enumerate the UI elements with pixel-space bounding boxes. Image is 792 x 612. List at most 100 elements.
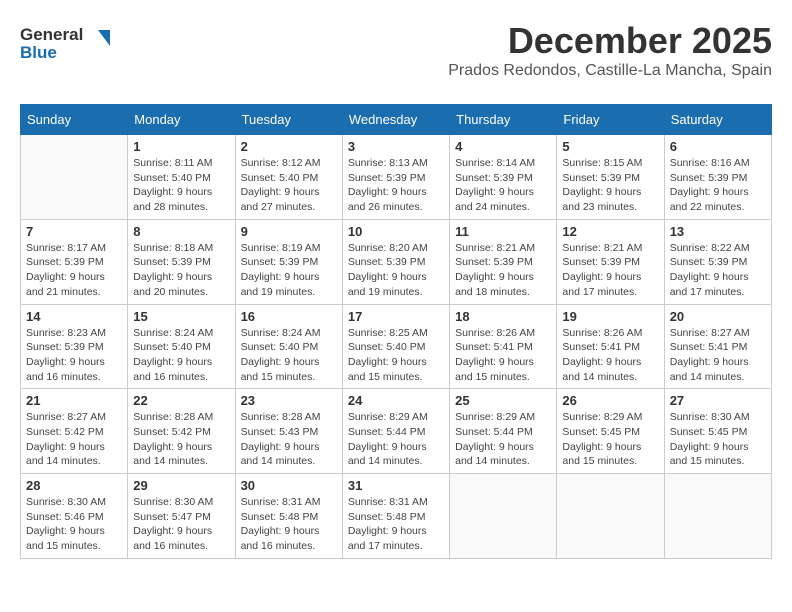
day-number: 24	[348, 393, 444, 408]
day-number: 6	[670, 139, 766, 154]
calendar-cell	[450, 474, 557, 559]
day-number: 30	[241, 478, 337, 493]
day-number: 8	[133, 224, 229, 239]
day-number: 14	[26, 309, 122, 324]
weekday-header-saturday: Saturday	[664, 105, 771, 135]
day-info: Sunrise: 8:27 AMSunset: 5:42 PMDaylight:…	[26, 410, 122, 469]
calendar-table: SundayMondayTuesdayWednesdayThursdayFrid…	[20, 104, 772, 559]
day-info: Sunrise: 8:17 AMSunset: 5:39 PMDaylight:…	[26, 241, 122, 300]
day-info: Sunrise: 8:28 AMSunset: 5:42 PMDaylight:…	[133, 410, 229, 469]
calendar-cell: 23 Sunrise: 8:28 AMSunset: 5:43 PMDayligh…	[235, 389, 342, 474]
day-number: 20	[670, 309, 766, 324]
day-info: Sunrise: 8:24 AMSunset: 5:40 PMDaylight:…	[241, 326, 337, 385]
calendar-cell: 11 Sunrise: 8:21 AMSunset: 5:39 PMDayligh…	[450, 219, 557, 304]
day-number: 21	[26, 393, 122, 408]
calendar-cell	[664, 474, 771, 559]
calendar-week-5: 28 Sunrise: 8:30 AMSunset: 5:46 PMDayligh…	[21, 474, 772, 559]
calendar-week-1: 1 Sunrise: 8:11 AMSunset: 5:40 PMDaylight…	[21, 135, 772, 220]
day-info: Sunrise: 8:18 AMSunset: 5:39 PMDaylight:…	[133, 241, 229, 300]
calendar-cell: 8 Sunrise: 8:18 AMSunset: 5:39 PMDaylight…	[128, 219, 235, 304]
day-number: 27	[670, 393, 766, 408]
calendar-cell: 13 Sunrise: 8:22 AMSunset: 5:39 PMDayligh…	[664, 219, 771, 304]
day-number: 5	[562, 139, 658, 154]
day-info: Sunrise: 8:21 AMSunset: 5:39 PMDaylight:…	[455, 241, 551, 300]
day-info: Sunrise: 8:30 AMSunset: 5:45 PMDaylight:…	[670, 410, 766, 469]
day-info: Sunrise: 8:26 AMSunset: 5:41 PMDaylight:…	[562, 326, 658, 385]
calendar-cell: 4 Sunrise: 8:14 AMSunset: 5:39 PMDaylight…	[450, 135, 557, 220]
day-info: Sunrise: 8:24 AMSunset: 5:40 PMDaylight:…	[133, 326, 229, 385]
calendar-cell	[557, 474, 664, 559]
calendar-cell: 7 Sunrise: 8:17 AMSunset: 5:39 PMDaylight…	[21, 219, 128, 304]
day-number: 19	[562, 309, 658, 324]
logo: General Blue	[20, 20, 110, 70]
day-number: 26	[562, 393, 658, 408]
calendar-cell: 18 Sunrise: 8:26 AMSunset: 5:41 PMDayligh…	[450, 304, 557, 389]
day-number: 13	[670, 224, 766, 239]
calendar-cell: 15 Sunrise: 8:24 AMSunset: 5:40 PMDayligh…	[128, 304, 235, 389]
day-info: Sunrise: 8:13 AMSunset: 5:39 PMDaylight:…	[348, 156, 444, 215]
weekday-header-thursday: Thursday	[450, 105, 557, 135]
day-info: Sunrise: 8:14 AMSunset: 5:39 PMDaylight:…	[455, 156, 551, 215]
weekday-header-tuesday: Tuesday	[235, 105, 342, 135]
day-number: 2	[241, 139, 337, 154]
calendar-week-2: 7 Sunrise: 8:17 AMSunset: 5:39 PMDaylight…	[21, 219, 772, 304]
weekday-header-wednesday: Wednesday	[342, 105, 449, 135]
day-info: Sunrise: 8:15 AMSunset: 5:39 PMDaylight:…	[562, 156, 658, 215]
day-number: 18	[455, 309, 551, 324]
calendar-cell: 2 Sunrise: 8:12 AMSunset: 5:40 PMDaylight…	[235, 135, 342, 220]
day-info: Sunrise: 8:20 AMSunset: 5:39 PMDaylight:…	[348, 241, 444, 300]
calendar-cell: 14 Sunrise: 8:23 AMSunset: 5:39 PMDayligh…	[21, 304, 128, 389]
calendar-cell: 31Sunrise: 8:31 AMSunset: 5:48 PMDayligh…	[342, 474, 449, 559]
day-info: Sunrise: 8:29 AMSunset: 5:45 PMDaylight:…	[562, 410, 658, 469]
day-number: 11	[455, 224, 551, 239]
calendar-cell: 25 Sunrise: 8:29 AMSunset: 5:44 PMDayligh…	[450, 389, 557, 474]
calendar-cell: 16 Sunrise: 8:24 AMSunset: 5:40 PMDayligh…	[235, 304, 342, 389]
day-info: Sunrise: 8:23 AMSunset: 5:39 PMDaylight:…	[26, 326, 122, 385]
day-info: Sunrise: 8:29 AMSunset: 5:44 PMDaylight:…	[455, 410, 551, 469]
day-info: Sunrise: 8:27 AMSunset: 5:41 PMDaylight:…	[670, 326, 766, 385]
calendar-cell: 20 Sunrise: 8:27 AMSunset: 5:41 PMDayligh…	[664, 304, 771, 389]
calendar-cell: 22 Sunrise: 8:28 AMSunset: 5:42 PMDayligh…	[128, 389, 235, 474]
day-number: 7	[26, 224, 122, 239]
location-title: Prados Redondos, Castille-La Mancha, Spa…	[448, 62, 772, 80]
day-number: 28	[26, 478, 122, 493]
calendar-week-3: 14 Sunrise: 8:23 AMSunset: 5:39 PMDayligh…	[21, 304, 772, 389]
day-number: 16	[241, 309, 337, 324]
day-number: 15	[133, 309, 229, 324]
day-info: Sunrise: 8:28 AMSunset: 5:43 PMDaylight:…	[241, 410, 337, 469]
day-number: 29	[133, 478, 229, 493]
day-number: 31	[348, 478, 444, 493]
day-number: 1	[133, 139, 229, 154]
day-number: 23	[241, 393, 337, 408]
day-number: 12	[562, 224, 658, 239]
day-info: Sunrise: 8:16 AMSunset: 5:39 PMDaylight:…	[670, 156, 766, 215]
day-info: Sunrise: 8:22 AMSunset: 5:39 PMDaylight:…	[670, 241, 766, 300]
calendar-cell	[21, 135, 128, 220]
calendar-cell: 3 Sunrise: 8:13 AMSunset: 5:39 PMDaylight…	[342, 135, 449, 220]
day-info: Sunrise: 8:11 AMSunset: 5:40 PMDaylight:…	[133, 156, 229, 215]
calendar-cell: 10 Sunrise: 8:20 AMSunset: 5:39 PMDayligh…	[342, 219, 449, 304]
day-info: Sunrise: 8:30 AMSunset: 5:46 PMDaylight:…	[26, 495, 122, 554]
weekday-header-sunday: Sunday	[21, 105, 128, 135]
day-number: 4	[455, 139, 551, 154]
svg-text:Blue: Blue	[20, 43, 57, 62]
calendar-week-4: 21 Sunrise: 8:27 AMSunset: 5:42 PMDayligh…	[21, 389, 772, 474]
day-number: 25	[455, 393, 551, 408]
calendar-cell: 29Sunrise: 8:30 AMSunset: 5:47 PMDayligh…	[128, 474, 235, 559]
day-number: 22	[133, 393, 229, 408]
calendar-cell: 26 Sunrise: 8:29 AMSunset: 5:45 PMDayligh…	[557, 389, 664, 474]
calendar-cell: 30 Sunrise: 8:31 AMSunset: 5:48 PMDayligh…	[235, 474, 342, 559]
calendar-cell: 27 Sunrise: 8:30 AMSunset: 5:45 PMDayligh…	[664, 389, 771, 474]
calendar-cell: 1 Sunrise: 8:11 AMSunset: 5:40 PMDaylight…	[128, 135, 235, 220]
day-number: 9	[241, 224, 337, 239]
day-info: Sunrise: 8:12 AMSunset: 5:40 PMDaylight:…	[241, 156, 337, 215]
svg-text:General: General	[20, 25, 83, 44]
day-info: Sunrise: 8:25 AMSunset: 5:40 PMDaylight:…	[348, 326, 444, 385]
day-info: Sunrise: 8:26 AMSunset: 5:41 PMDaylight:…	[455, 326, 551, 385]
calendar-cell: 28 Sunrise: 8:30 AMSunset: 5:46 PMDayligh…	[21, 474, 128, 559]
calendar-cell: 17Sunrise: 8:25 AMSunset: 5:40 PMDayligh…	[342, 304, 449, 389]
day-info: Sunrise: 8:31 AMSunset: 5:48 PMDaylight:…	[241, 495, 337, 554]
day-number: 10	[348, 224, 444, 239]
day-number: 3	[348, 139, 444, 154]
day-info: Sunrise: 8:29 AMSunset: 5:44 PMDaylight:…	[348, 410, 444, 469]
